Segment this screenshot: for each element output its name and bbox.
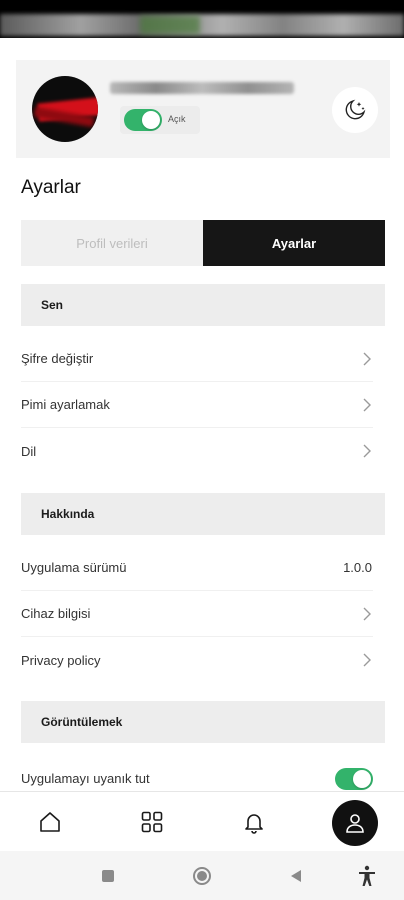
status-bar [0,0,404,38]
nav-notifications[interactable] [232,802,276,842]
list-item-label: Uygulama sürümü [21,560,127,575]
tab-profile-data[interactable]: Profil verileri [21,220,203,266]
list-item-label: Cihaz bilgisi [21,606,91,621]
moon-stars-icon [345,99,366,120]
section-header-display: Görüntülemek [21,701,385,743]
home-circle-icon [193,867,211,885]
list-item-label: Pimi ayarlamak [21,397,110,412]
grid-icon [141,811,163,833]
section-header-about: Hakkında [21,493,385,535]
home-system-button[interactable] [191,865,213,887]
status-bar-blur [0,14,404,36]
list-item-change-password[interactable]: Şifre değiştir [21,336,373,382]
keep-awake-toggle[interactable] [335,768,373,790]
nav-home[interactable] [28,802,72,842]
bell-icon [245,814,263,834]
profile-icon [346,814,364,833]
accessibility-icon [359,865,375,886]
profile-card: Açık [16,60,390,158]
accessibility-button[interactable] [356,865,378,887]
chevron-right-icon [363,653,371,667]
profile-name-redacted [110,82,294,94]
toggle-knob [353,770,371,788]
recents-icon [102,870,114,882]
section-header-sen: Sen [21,284,385,326]
app-version-value: 1.0.0 [343,560,372,575]
list-item-app-version: Uygulama sürümü 1.0.0 [21,545,373,591]
avatar[interactable] [32,76,98,142]
page-title: Ayarlar [21,177,81,198]
toggle-knob [142,111,160,129]
home-icon [40,812,60,832]
chevron-right-icon [363,398,371,411]
status-bar-blur-accent [140,16,200,34]
list-item-device-info[interactable]: Cihaz bilgisi [21,591,373,637]
nav-profile[interactable] [332,800,378,846]
list-item-label: Privacy policy [21,652,101,668]
list-item-set-pin[interactable]: Pimi ayarlamak [21,382,373,428]
list-item-language[interactable]: Dil [21,428,373,474]
chevron-right-icon [363,444,371,458]
status-pill: Açık [120,106,200,134]
nav-grid[interactable] [130,802,174,842]
list-item-privacy-policy[interactable]: Privacy policy [21,637,373,683]
back-button[interactable] [285,865,307,887]
recents-button[interactable] [97,865,119,887]
list-item-label: Dil [21,443,37,459]
theme-button[interactable] [332,87,378,133]
status-label: Açık [168,114,186,124]
tab-settings[interactable]: Ayarlar [203,220,385,266]
segmented-control: Profil verileri Ayarlar [21,220,385,266]
list-item-label: Uygulamayı uyanık tut [21,770,150,786]
back-icon [291,870,301,882]
list-item-label: Şifre değiştir [21,351,94,366]
chevron-right-icon [363,352,371,365]
system-nav-bar [0,851,404,900]
chevron-right-icon [363,607,371,620]
status-toggle[interactable] [124,109,162,131]
bottom-nav [0,791,404,851]
